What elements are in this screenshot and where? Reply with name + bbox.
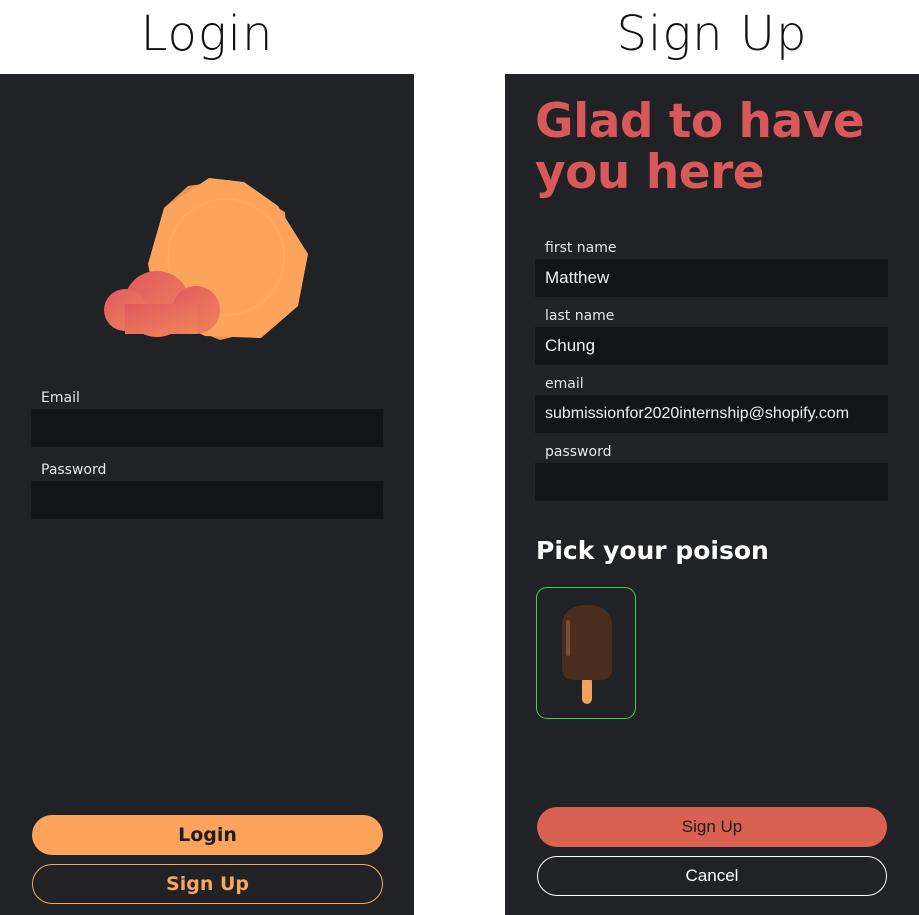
last-name-label: last name	[545, 308, 615, 324]
email-field[interactable]	[31, 409, 383, 447]
first-name-field[interactable]: Matthew	[535, 259, 888, 297]
signup-caption: Sign Up	[616, 6, 808, 62]
sun-cloud-icon	[100, 178, 312, 348]
password-label: password	[545, 444, 612, 460]
signup-button[interactable]: Sign Up	[537, 807, 887, 847]
cancel-button[interactable]: Cancel	[537, 856, 887, 896]
poison-option-card[interactable]	[536, 587, 636, 719]
signup-screen: Glad to have you here first name Matthew…	[505, 74, 919, 915]
login-screen: Email Password Login Sign Up	[0, 74, 414, 915]
login-caption: Login	[140, 6, 274, 62]
signup-headline: Glad to have you here	[535, 94, 865, 200]
go-to-signup-button[interactable]: Sign Up	[32, 864, 383, 904]
email-field[interactable]: submissionfor2020internship@shopify.com	[535, 395, 888, 433]
last-name-field[interactable]: Chung	[535, 327, 888, 365]
email-label: email	[545, 376, 584, 392]
first-name-label: first name	[545, 240, 617, 256]
email-label: Email	[41, 390, 80, 406]
popsicle-icon	[562, 605, 612, 704]
password-label: Password	[41, 462, 107, 478]
pick-poison-title: Pick your poison	[536, 536, 769, 565]
login-button[interactable]: Login	[32, 815, 383, 855]
password-field[interactable]	[535, 463, 888, 501]
password-field[interactable]	[31, 481, 383, 519]
